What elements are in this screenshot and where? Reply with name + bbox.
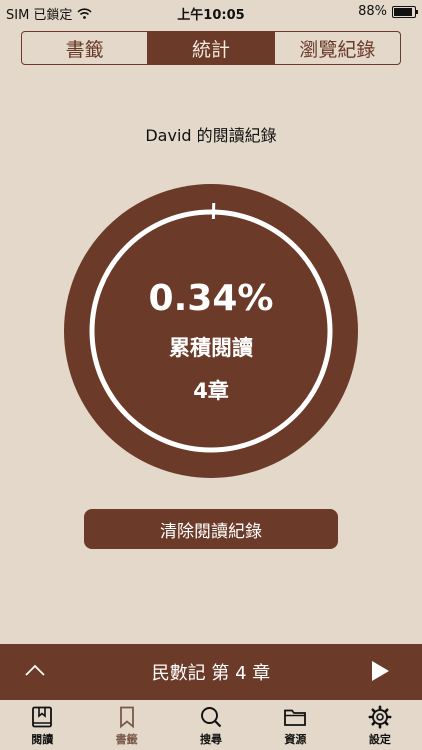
progress-label: 累積閱讀 xyxy=(169,336,253,360)
tab-search-label: 搜尋 xyxy=(200,733,223,746)
bookmark-icon xyxy=(119,706,134,729)
tab-read[interactable]: 閱讀 xyxy=(0,700,84,750)
clear-reading-record-button[interactable]: 清除閱讀紀錄 xyxy=(84,509,338,549)
tab-bookmarks-label: 書籤 xyxy=(115,733,138,746)
tab-resources[interactable]: 資源 xyxy=(253,700,337,750)
view-segmented-control: 書籤 統計 瀏覽紀錄 xyxy=(21,31,401,65)
gear-icon xyxy=(368,705,392,729)
tab-settings-label: 設定 xyxy=(368,733,391,746)
segment-history[interactable]: 瀏覽紀錄 xyxy=(275,32,400,64)
book-icon xyxy=(32,706,53,728)
segment-bookmarks[interactable]: 書籤 xyxy=(22,32,149,64)
reading-progress-circle: 0.34% 累積閱讀 4章 xyxy=(62,182,360,480)
tab-settings[interactable]: 設定 xyxy=(338,700,422,750)
battery-fill xyxy=(394,7,412,16)
tab-bar: 閱讀 書籤 搜尋 資源 設定 xyxy=(0,700,422,750)
progress-text: 0.34% 累積閱讀 4章 xyxy=(62,182,360,480)
play-icon[interactable] xyxy=(370,660,390,682)
status-right: 88% xyxy=(358,4,418,19)
progress-percent: 0.34% xyxy=(148,278,274,319)
battery-percent: 88% xyxy=(358,4,387,19)
status-bar: SIM 已鎖定 上午10:05 88% xyxy=(0,0,422,24)
tab-bookmarks[interactable]: 書籤 xyxy=(84,700,168,750)
chevron-up-icon[interactable] xyxy=(24,660,46,682)
battery-icon xyxy=(392,5,418,18)
chapters-read: 4章 xyxy=(193,379,229,403)
tab-resources-label: 資源 xyxy=(284,733,307,746)
tab-read-label: 閱讀 xyxy=(31,733,54,746)
folder-icon xyxy=(284,709,307,726)
search-icon xyxy=(201,707,222,728)
audio-player-bar: 民數記 第 4 章 xyxy=(0,644,422,700)
player-chapter-title: 民數記 第 4 章 xyxy=(151,663,271,684)
reading-record-title: David 的閱讀紀錄 xyxy=(145,126,277,145)
tab-search[interactable]: 搜尋 xyxy=(169,700,253,750)
segment-statistics[interactable]: 統計 xyxy=(148,32,275,64)
